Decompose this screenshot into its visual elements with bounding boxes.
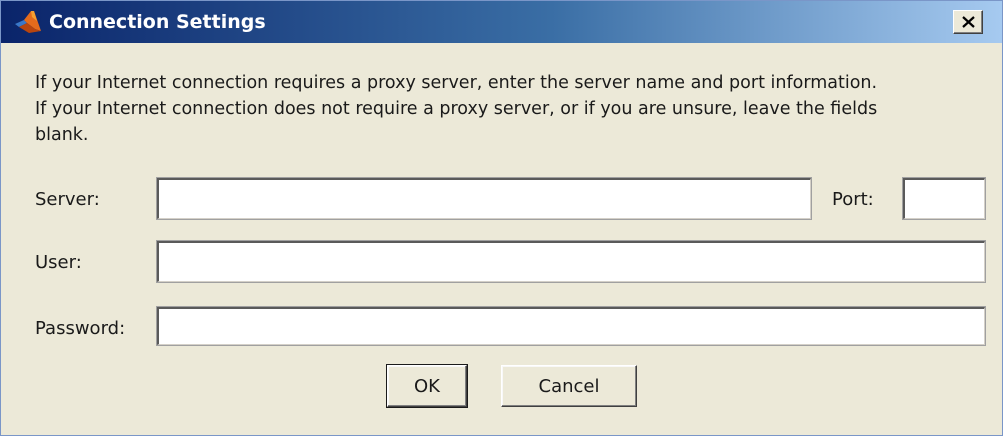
password-input[interactable] bbox=[156, 306, 986, 346]
message-line-1: If your Internet connection requires a p… bbox=[35, 73, 878, 93]
message-line-3: blank. bbox=[35, 125, 89, 145]
matlab-logo-icon bbox=[13, 9, 43, 35]
title-bar[interactable]: Connection Settings bbox=[1, 1, 1002, 43]
instruction-message: If your Internet connection requires a p… bbox=[35, 70, 990, 148]
ok-button[interactable]: OK bbox=[386, 364, 468, 408]
window-title: Connection Settings bbox=[49, 11, 266, 33]
message-line-2: If your Internet connection does not req… bbox=[35, 99, 878, 119]
user-label: User: bbox=[35, 252, 82, 273]
connection-settings-dialog: Connection Settings If your Internet con… bbox=[0, 0, 1003, 436]
server-input[interactable] bbox=[156, 177, 812, 220]
cancel-button[interactable]: Cancel bbox=[501, 365, 637, 407]
password-label: Password: bbox=[35, 318, 126, 339]
port-input[interactable] bbox=[902, 177, 986, 220]
close-icon bbox=[962, 16, 975, 28]
close-button[interactable] bbox=[953, 10, 983, 34]
port-label: Port: bbox=[832, 189, 874, 210]
user-input[interactable] bbox=[156, 240, 986, 283]
server-label: Server: bbox=[35, 189, 100, 210]
